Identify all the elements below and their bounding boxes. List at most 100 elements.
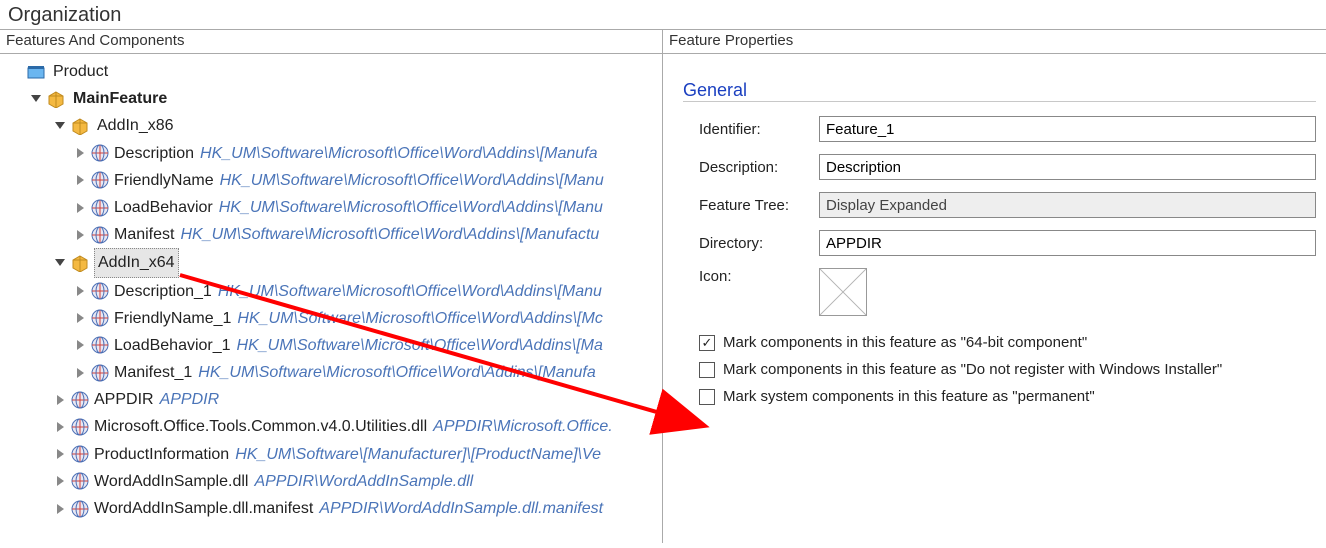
tree-label: Product — [53, 63, 108, 80]
tree-path: HK_UM\Software\Microsoft\Office\Word\Add… — [220, 167, 604, 194]
chevron-right-icon[interactable] — [52, 395, 68, 405]
box-icon — [46, 89, 66, 109]
chevron-down-icon[interactable] — [52, 122, 68, 129]
checkbox-group: Mark components in this feature as "64-b… — [699, 334, 1316, 405]
registry-icon — [70, 471, 90, 491]
field-description: Description: — [699, 154, 1316, 180]
registry-icon — [90, 225, 110, 245]
chevron-right-icon[interactable] — [72, 368, 88, 378]
tree-item[interactable]: LoadBehavior HK_UM\Software\Microsoft\Of… — [4, 194, 662, 221]
tree-item[interactable]: Description_1 HK_UM\Software\Microsoft\O… — [4, 278, 662, 305]
left-panel: Features And Components Product MainFeat… — [0, 30, 663, 543]
tree-label: WordAddInSample.dll.manifest — [94, 495, 313, 522]
tree-item[interactable]: Manifest HK_UM\Software\Microsoft\Office… — [4, 221, 662, 248]
check-64bit[interactable]: Mark components in this feature as "64-b… — [699, 334, 1316, 351]
box-icon — [70, 116, 90, 136]
tree-item[interactable]: FriendlyName HK_UM\Software\Microsoft\Of… — [4, 167, 662, 194]
left-panel-header: Features And Components — [0, 30, 662, 54]
tree-item-addin-x64[interactable]: AddIn_x64 — [4, 248, 662, 277]
tree-label: FriendlyName — [114, 167, 214, 194]
tree-item[interactable]: WordAddInSample.dll.manifest APPDIR\Word… — [4, 495, 662, 522]
input-directory[interactable] — [819, 230, 1316, 256]
registry-icon — [90, 335, 110, 355]
combo-featuretree[interactable]: Display Expanded — [819, 192, 1316, 218]
label-identifier: Identifier: — [699, 121, 819, 138]
check-label: Mark components in this feature as "64-b… — [723, 334, 1087, 351]
tree-label: FriendlyName_1 — [114, 305, 231, 332]
tree-path: HK_UM\Software\Microsoft\Office\Word\Add… — [198, 359, 595, 386]
tree-label: Manifest — [114, 221, 174, 248]
label-directory: Directory: — [699, 235, 819, 252]
icon-preview[interactable] — [819, 268, 867, 316]
input-identifier[interactable] — [819, 116, 1316, 142]
tree-label: LoadBehavior — [114, 194, 213, 221]
tree-path: HK_UM\Software\Microsoft\Office\Word\Add… — [219, 194, 603, 221]
panels-container: Features And Components Product MainFeat… — [0, 29, 1326, 543]
registry-icon — [70, 444, 90, 464]
registry-icon — [70, 390, 90, 410]
tree-item-product[interactable]: Product — [4, 58, 662, 85]
tree-item-mainfeature[interactable]: MainFeature — [4, 85, 662, 112]
tree-label: MainFeature — [73, 90, 167, 107]
tree-path: HK_UM\Software\[Manufacturer]\[ProductNa… — [235, 441, 601, 468]
right-panel-header: Feature Properties — [663, 30, 1326, 54]
box-icon — [70, 253, 90, 273]
chevron-down-icon[interactable] — [52, 259, 68, 266]
tree-path: HK_UM\Software\Microsoft\Office\Word\Add… — [218, 278, 602, 305]
registry-icon — [70, 499, 90, 519]
tree-item-addin-x86[interactable]: AddIn_x86 — [4, 112, 662, 139]
check-permanent[interactable]: Mark system components in this feature a… — [699, 388, 1316, 405]
tree-item[interactable]: LoadBehavior_1 HK_UM\Software\Microsoft\… — [4, 332, 662, 359]
label-description: Description: — [699, 159, 819, 176]
checkbox-icon[interactable] — [699, 362, 715, 378]
chevron-right-icon[interactable] — [72, 175, 88, 185]
chevron-right-icon[interactable] — [72, 340, 88, 350]
registry-icon — [90, 143, 110, 163]
tree-label: APPDIR — [94, 386, 154, 413]
properties-form: General Identifier: Description: Feature… — [663, 54, 1326, 425]
tree-item[interactable]: Description HK_UM\Software\Microsoft\Off… — [4, 140, 662, 167]
feature-tree: Product MainFeature AddIn_x86 Descrip — [0, 54, 662, 522]
label-icon: Icon: — [699, 268, 819, 285]
tree-label: AddIn_x64 — [98, 254, 175, 271]
chevron-right-icon[interactable] — [72, 313, 88, 323]
tree-item[interactable]: Manifest_1 HK_UM\Software\Microsoft\Offi… — [4, 359, 662, 386]
tree-item[interactable]: APPDIR APPDIR — [4, 386, 662, 413]
tree-path: HK_UM\Software\Microsoft\Office\Word\Add… — [237, 305, 602, 332]
chevron-right-icon[interactable] — [72, 286, 88, 296]
input-description[interactable] — [819, 154, 1316, 180]
chevron-right-icon[interactable] — [72, 148, 88, 158]
tree-item[interactable]: WordAddInSample.dll APPDIR\WordAddInSamp… — [4, 468, 662, 495]
checkbox-icon[interactable] — [699, 335, 715, 351]
tree-item[interactable]: FriendlyName_1 HK_UM\Software\Microsoft\… — [4, 305, 662, 332]
chevron-right-icon[interactable] — [72, 203, 88, 213]
tree-path: APPDIR\Microsoft.Office. — [433, 413, 613, 440]
chevron-right-icon[interactable] — [52, 422, 68, 432]
check-noregister[interactable]: Mark components in this feature as "Do n… — [699, 361, 1316, 378]
tree-item[interactable]: ProductInformation HK_UM\Software\[Manuf… — [4, 441, 662, 468]
tree-item[interactable]: Microsoft.Office.Tools.Common.v4.0.Utili… — [4, 413, 662, 440]
tree-label: ProductInformation — [94, 441, 229, 468]
checkbox-icon[interactable] — [699, 389, 715, 405]
chevron-down-icon[interactable] — [28, 95, 44, 102]
check-label: Mark components in this feature as "Do n… — [723, 361, 1222, 378]
combo-value: Display Expanded — [826, 197, 947, 214]
tree-label: LoadBehavior_1 — [114, 332, 231, 359]
chevron-right-icon[interactable] — [52, 476, 68, 486]
chevron-right-icon[interactable] — [72, 230, 88, 240]
tree-label: Description_1 — [114, 278, 212, 305]
chevron-right-icon[interactable] — [52, 504, 68, 514]
field-featuretree: Feature Tree: Display Expanded — [699, 192, 1316, 218]
tree-path: HK_UM\Software\Microsoft\Office\Word\Add… — [237, 332, 603, 359]
tree-path: APPDIR\WordAddInSample.dll — [254, 468, 473, 495]
tree-label: WordAddInSample.dll — [94, 468, 248, 495]
chevron-right-icon[interactable] — [52, 449, 68, 459]
right-panel: Feature Properties General Identifier: D… — [663, 30, 1326, 543]
registry-icon — [90, 281, 110, 301]
tree-path: APPDIR — [160, 386, 220, 413]
tree-path: HK_UM\Software\Microsoft\Office\Word\Add… — [200, 140, 597, 167]
product-icon — [26, 62, 46, 82]
tree-label: Description — [114, 140, 194, 167]
field-identifier: Identifier: — [699, 116, 1316, 142]
registry-icon — [90, 198, 110, 218]
